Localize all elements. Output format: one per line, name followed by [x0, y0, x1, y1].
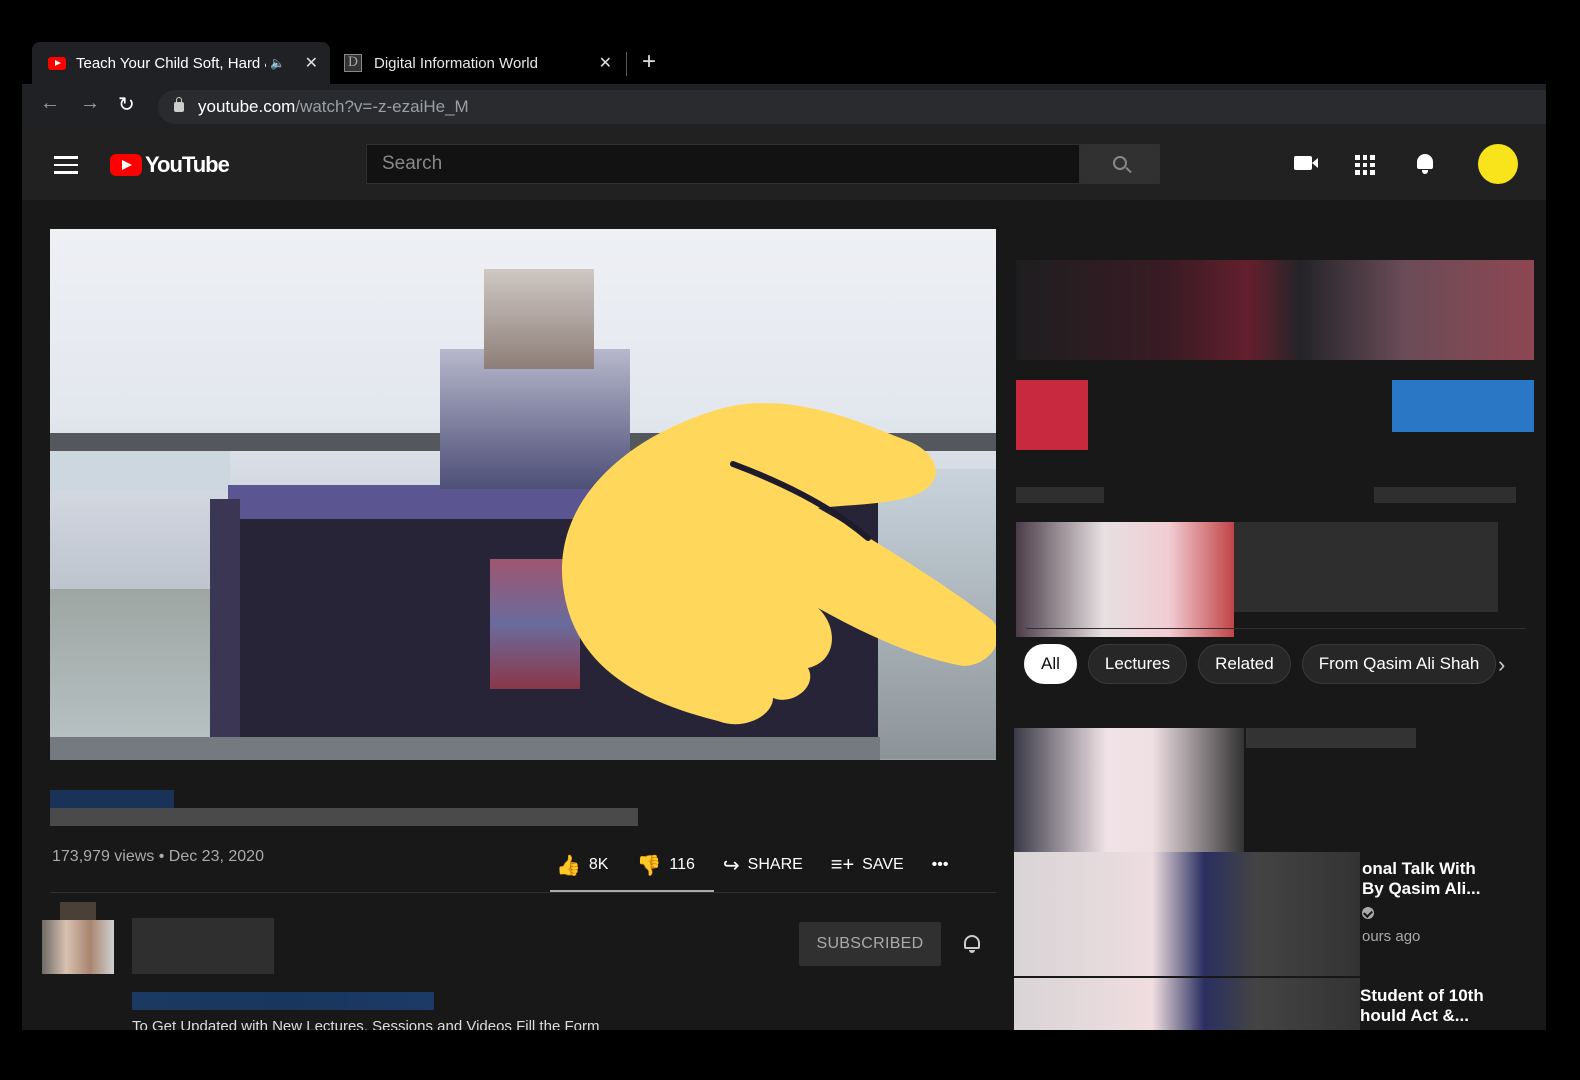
tab-separator [626, 52, 627, 76]
more-actions-button[interactable]: ••• [932, 856, 949, 874]
share-arrow-icon: ↪ [722, 854, 740, 877]
channel-name-redacted [132, 918, 274, 974]
close-icon[interactable]: ✕ [599, 53, 612, 73]
recommendation-title[interactable]: onal Talk With [1362, 859, 1476, 879]
video-title-redacted [50, 790, 174, 808]
url-text[interactable]: youtube.com/watch?v=-z-ezaiHe_M [198, 97, 469, 117]
tab-title: Digital Information World [374, 54, 538, 72]
search-button[interactable] [1080, 144, 1160, 184]
divider [50, 892, 996, 893]
recommendation-thumbnail-redacted[interactable] [1014, 728, 1244, 854]
create-video-icon[interactable] [1294, 156, 1318, 170]
chip-all[interactable]: All [1024, 644, 1077, 684]
more-icon: ••• [931, 856, 949, 873]
forward-arrow-icon[interactable]: → [80, 92, 100, 115]
tab-title: Teach Your Child Soft, Hard & [76, 54, 266, 72]
back-arrow-icon[interactable]: ← [40, 92, 60, 115]
verified-check-icon [1362, 907, 1374, 919]
recommendation-thumbnail-redacted[interactable] [1014, 852, 1360, 976]
channel-avatar[interactable] [42, 902, 114, 974]
chip-from-channel[interactable]: From Qasim Ali Shah [1301, 644, 1497, 684]
sentiment-bar [550, 890, 714, 892]
omnibox[interactable]: youtube.com/watch?v=-z-ezaiHe_M [158, 90, 1546, 124]
new-tab-button[interactable]: + [642, 48, 656, 76]
logo-text: YouTube [145, 152, 230, 177]
recommendation-title[interactable]: Student of 10th [1360, 986, 1484, 1006]
chip-related[interactable]: Related [1198, 644, 1291, 684]
youtube-favicon-icon [48, 56, 66, 70]
chip-lectures[interactable]: Lectures [1087, 644, 1188, 684]
add-to-playlist-icon: ≡+ [830, 853, 855, 876]
recommendation-thumbnail-redacted[interactable] [1016, 522, 1234, 637]
recommendation-thumbnail-redacted[interactable] [1014, 978, 1360, 1030]
lock-icon[interactable] [174, 97, 184, 112]
account-avatar[interactable] [1478, 144, 1518, 184]
youtube-header: YouTube [22, 128, 1546, 200]
share-button[interactable]: ↪ SHARE [723, 853, 803, 878]
description-text: To Get Updated with New Lectures, Sessio… [132, 1018, 600, 1030]
search-input[interactable] [382, 153, 1079, 175]
tab-youtube[interactable]: Teach Your Child Soft, Hard & 🔈 ✕ [32, 42, 330, 84]
recommendation-meta: ours ago [1362, 928, 1421, 945]
channel-notification-bell-icon[interactable] [963, 934, 981, 954]
search-box [366, 144, 1080, 184]
pointing-hand-emoji-icon [562, 403, 996, 725]
thumbs-down-icon: 👎 [636, 854, 662, 877]
recommendation-title[interactable]: By Qasim Ali... [1362, 879, 1480, 899]
recommendation-title[interactable]: hould Act &... [1360, 1006, 1469, 1026]
subscribed-button[interactable]: SUBSCRIBED [799, 922, 941, 966]
chips-divider [1026, 628, 1526, 629]
address-bar-row: ← → ↻ youtube.com/watch?v=-z-ezaiHe_M [22, 84, 1546, 128]
thumbs-up-icon: 👍 [556, 854, 581, 877]
description-link-redacted[interactable] [132, 992, 434, 1010]
notifications-bell-icon[interactable] [1415, 152, 1435, 174]
tab-strip: Teach Your Child Soft, Hard & 🔈 ✕ D Digi… [22, 30, 1546, 84]
ad-banner-redacted[interactable] [1016, 260, 1534, 360]
search-icon [1113, 156, 1127, 170]
reload-icon[interactable]: ↻ [118, 92, 135, 117]
like-button[interactable]: 👍 8K [556, 853, 608, 878]
dislike-button[interactable]: 👎 116 [636, 853, 694, 878]
youtube-logo[interactable]: YouTube [110, 152, 230, 178]
menu-icon[interactable] [54, 156, 78, 179]
site-favicon-icon: D [344, 54, 362, 72]
speaker-icon[interactable]: 🔈 [270, 56, 285, 70]
chevron-right-icon[interactable]: › [1498, 652, 1505, 678]
filter-chips: All Lectures Related From Qasim Ali Shah [1024, 644, 1507, 684]
tab-digital-information-world[interactable]: D Digital Information World ✕ [334, 42, 624, 84]
save-button[interactable]: ≡+ SAVE [831, 854, 904, 877]
watch-page: 173,979 views • Dec 23, 2020 👍 8K 👎 116 ↪ S… [22, 200, 1546, 1030]
video-actions: 👍 8K 👎 116 ↪ SHARE ≡+ SAVE ••• [556, 850, 976, 880]
browser-window: Teach Your Child Soft, Hard & 🔈 ✕ D Digi… [22, 30, 1546, 1030]
view-count-date: 173,979 views • Dec 23, 2020 [52, 848, 264, 865]
apps-grid-icon[interactable] [1355, 155, 1375, 175]
youtube-play-icon [110, 154, 142, 176]
video-title-redacted [50, 808, 638, 826]
video-player[interactable] [50, 229, 996, 760]
close-icon[interactable]: ✕ [305, 53, 318, 73]
